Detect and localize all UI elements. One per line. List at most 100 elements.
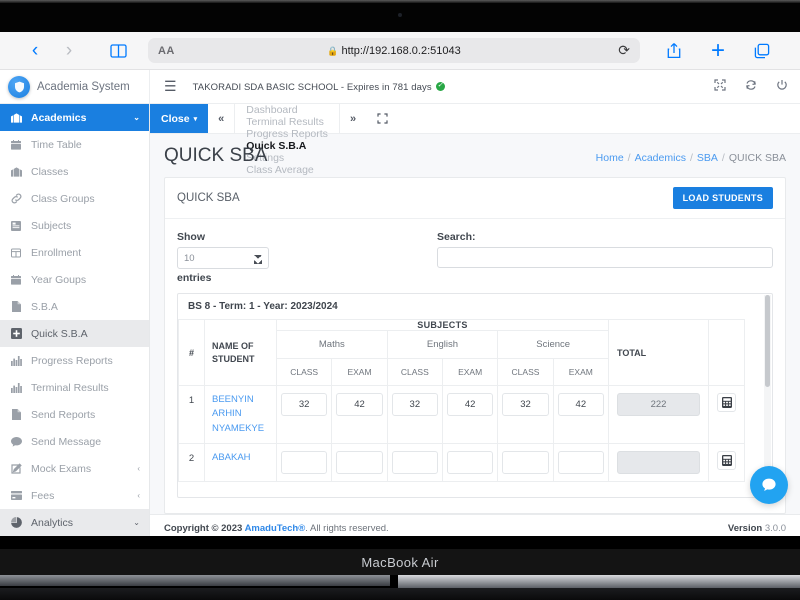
back-icon[interactable]: ‹ (18, 41, 52, 60)
chart-icon (9, 382, 23, 393)
tabs-prev-icon[interactable]: « (208, 104, 236, 133)
copyright-suffix: . All rights reserved. (305, 523, 389, 534)
row-student-name[interactable]: BEENYIN ARHIN NYAMEKYE (204, 385, 277, 444)
hamburger-icon[interactable]: ☰ (164, 78, 177, 95)
school-icon (9, 112, 23, 123)
action-cell (708, 442, 745, 482)
brand-link[interactable]: AmaduTech® (245, 523, 306, 534)
card-icon (9, 491, 23, 500)
class-term-group-label: BS 8 - Term: 1 - Year: 2023/2024 (188, 301, 338, 312)
tabs-next-icon[interactable]: » (338, 104, 366, 133)
sidebar-item-analytics[interactable]: Analytics ⌄ (0, 509, 149, 536)
chat-bubble-icon[interactable] (750, 466, 788, 504)
refresh-icon[interactable] (745, 79, 757, 94)
show-tabs-icon[interactable] (742, 43, 782, 59)
tab-list: Dashboard Terminal Results Progress Report… (235, 104, 339, 188)
content-area: Close ▾ « Dashboard Terminal Results Progr… (150, 104, 800, 536)
score-cell (386, 442, 443, 482)
score-input[interactable] (281, 450, 328, 474)
breadcrumb-separator: / (721, 152, 725, 164)
sidebar-item-progress-reports[interactable]: Progress Reports (0, 347, 149, 374)
entries-select[interactable]: 102550100 (177, 247, 269, 269)
power-icon[interactable] (776, 79, 788, 94)
sidebar-item-subjects[interactable]: Subjects (0, 212, 149, 239)
sidebar-item-s-b-a[interactable]: S.B.A (0, 293, 149, 320)
app-header: Academia System ☰ TAKORADI SDA BASIC SCH… (0, 69, 800, 104)
score-input[interactable] (446, 393, 494, 416)
breadcrumb-item-sba[interactable]: SBA (697, 152, 718, 164)
total-value (617, 393, 700, 416)
score-input[interactable] (502, 393, 549, 416)
sidebar-item-enrollment[interactable]: Enrollment (0, 239, 149, 266)
sidebar-item-academics[interactable]: Academics ⌄ (0, 104, 149, 131)
score-input[interactable] (557, 450, 604, 474)
chart-icon (9, 355, 23, 366)
total-cell (608, 442, 709, 482)
copyright-text: Copyright © 2023 AmaduTech®. All rights … (164, 523, 389, 534)
sidebar-item-send-message[interactable]: Send Message (0, 428, 149, 455)
browser-toolbar: ‹ › AA 🔒 http://192.168.0.2:51043 ⟳ + (0, 32, 800, 70)
score-input[interactable] (391, 393, 438, 416)
load-students-button[interactable]: LOAD STUDENTS (672, 187, 773, 209)
sidebar-item-label: Mock Exams (31, 462, 92, 475)
score-input[interactable] (281, 393, 328, 416)
score-cell (497, 442, 554, 482)
col-action-header (708, 319, 745, 386)
breadcrumb-item-home[interactable]: Home (596, 152, 624, 164)
sidebar-item-label: Subjects (31, 219, 72, 232)
subject-header-science: Science (497, 330, 609, 359)
grid-icon (9, 248, 23, 258)
sidebar-item-label: Analytics (31, 516, 74, 529)
verified-check-icon (435, 80, 445, 91)
calculator-icon[interactable] (717, 393, 736, 412)
sidebar-item-year-goups[interactable]: Year Goups (0, 266, 149, 293)
calculator-icon[interactable] (717, 450, 736, 470)
share-icon[interactable] (654, 42, 694, 59)
search-input[interactable] (437, 247, 773, 268)
col-subjects-header: SUBJECTS (276, 319, 609, 331)
fullscreen-icon[interactable] (714, 79, 726, 94)
laptop-top-bezel (0, 0, 800, 32)
table-controls: Show 102550100 entries Search: (177, 231, 773, 284)
sidebar-book-icon[interactable] (96, 43, 140, 58)
subject-header-english: English (386, 330, 499, 359)
row-student-name[interactable]: ABAKAH (204, 442, 277, 482)
school-icon (9, 166, 23, 177)
table-head-row-1: # NAME OF STUDENT SUBJECTS TOTAL (178, 319, 745, 386)
score-input[interactable] (446, 450, 494, 474)
row-index: 2 (178, 442, 205, 482)
english-exam-header: EXAM (441, 358, 499, 386)
header-icon-group (714, 79, 788, 94)
search-block: Search: (437, 231, 773, 268)
table-head: # NAME OF STUDENT SUBJECTS TOTAL Maths En… (178, 319, 745, 386)
sidebar-item-label: Class Groups (31, 192, 95, 205)
scrollbar-thumb[interactable] (765, 295, 770, 387)
students-table-wrapper: BS 8 - Term: 1 - Year: 2023/2024 # NAME … (177, 293, 773, 498)
edit-icon (9, 463, 23, 474)
sidebar-item-terminal-results[interactable]: Terminal Results (0, 374, 149, 401)
brand-block[interactable]: Academia System (0, 69, 150, 104)
tabs-expand-icon[interactable] (366, 104, 399, 133)
sidebar-item-send-reports[interactable]: Send Reports (0, 401, 149, 428)
score-input[interactable] (336, 450, 383, 474)
sidebar-item-classes[interactable]: Classes (0, 158, 149, 185)
tab-terminal-results[interactable]: Terminal Results (235, 116, 339, 128)
tab-dashboard[interactable]: Dashboard (235, 104, 339, 116)
tab-strip: Close ▾ « Dashboard Terminal Results Progr… (150, 104, 800, 188)
sidebar-item-mock-exams[interactable]: Mock Exams ‹ (0, 455, 149, 482)
sidebar-item-fees[interactable]: Fees ‹ (0, 482, 149, 509)
breadcrumb-item-academics[interactable]: Academics (635, 152, 686, 164)
score-input[interactable] (557, 393, 604, 416)
close-button[interactable]: Close ▾ (150, 104, 209, 133)
forward-icon[interactable]: › (52, 41, 86, 60)
new-tab-icon[interactable]: + (694, 38, 742, 63)
sidebar-item-time-table[interactable]: Time Table (0, 131, 149, 158)
score-input[interactable] (336, 393, 383, 416)
laptop-base-center (398, 575, 800, 588)
pie-icon (9, 517, 23, 528)
address-bar[interactable]: AA 🔒 http://192.168.0.2:51043 ⟳ (148, 38, 640, 63)
sidebar-item-class-groups[interactable]: Class Groups (0, 185, 149, 212)
score-input[interactable] (502, 450, 549, 474)
score-input[interactable] (391, 450, 438, 474)
sidebar-item-quick-s-b-a[interactable]: Quick S.B.A (0, 320, 149, 347)
